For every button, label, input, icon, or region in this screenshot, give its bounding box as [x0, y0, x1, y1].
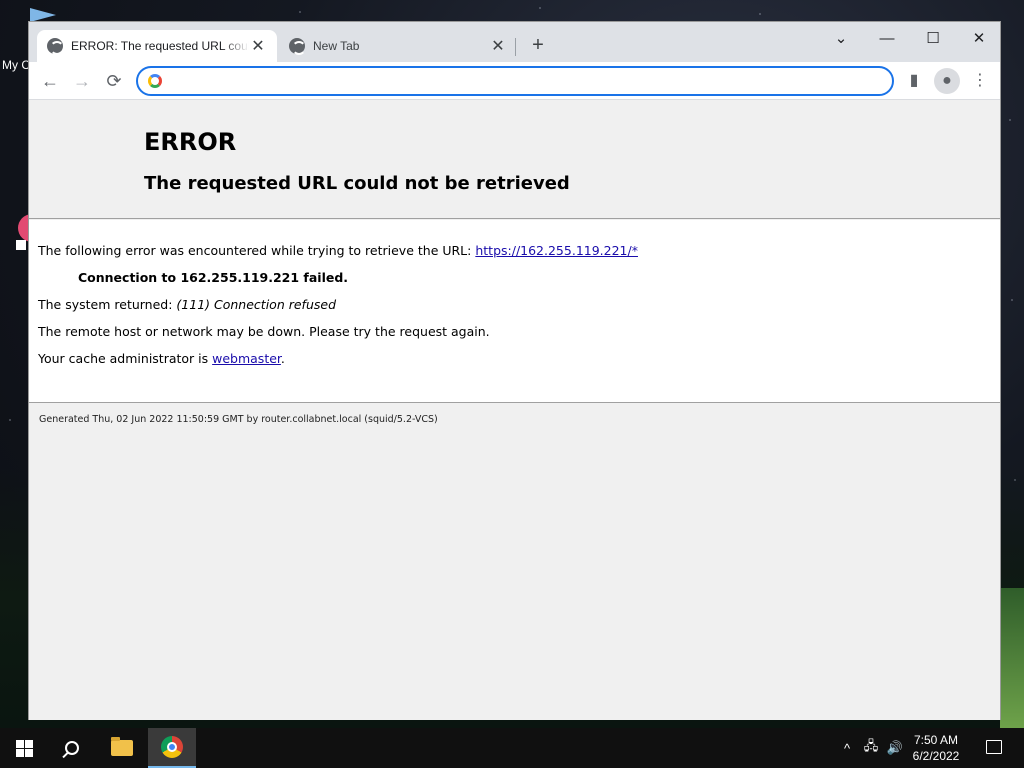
error-page: ERROR The requested URL could not be ret…	[29, 101, 1000, 720]
webmaster-link[interactable]: webmaster	[212, 351, 281, 366]
error-body: The following error was encountered whil…	[29, 220, 1000, 403]
error-connection-line: Connection to 162.255.119.221 failed.	[78, 270, 348, 285]
cache-admin-line: Your cache administrator is webmaster.	[38, 351, 285, 366]
chrome-icon	[289, 38, 306, 55]
profile-avatar[interactable]: ●	[934, 68, 960, 94]
close-window-button[interactable]: ✕	[956, 26, 1002, 52]
tab-separator	[515, 38, 516, 56]
connection-failed-text: Connection to 162.255.119.221 failed.	[78, 270, 349, 285]
tab-strip: ERROR: The requested URL could not be re…	[29, 22, 1000, 62]
system-clock[interactable]: 7:50 AM 6/2/2022	[908, 732, 964, 764]
tab-search-chevron-icon[interactable]: ⌄	[818, 26, 864, 52]
error-url-link[interactable]: https://162.255.119.221/*	[475, 243, 638, 258]
error-header: ERROR The requested URL could not be ret…	[29, 101, 1000, 219]
page-title: ERROR	[144, 128, 237, 156]
google-icon	[148, 74, 162, 88]
address-input[interactable]	[170, 73, 892, 89]
clock-time: 7:50 AM	[913, 733, 959, 747]
new-tab-button[interactable]: +	[527, 34, 549, 56]
system-returned-line: The system returned: (111) Connection re…	[38, 297, 336, 312]
reload-button[interactable]: ⟳	[101, 68, 127, 94]
browser-window: ERROR: The requested URL could not be re…	[28, 21, 1001, 720]
menu-kebab-icon[interactable]: ⋮	[967, 68, 993, 94]
maximize-button[interactable]: ☐	[910, 26, 956, 52]
file-explorer-button[interactable]	[98, 728, 146, 768]
minimize-button[interactable]: —	[864, 26, 910, 52]
start-button[interactable]	[0, 728, 48, 768]
search-icon	[65, 741, 79, 755]
chrome-taskbar-button[interactable]	[148, 728, 196, 768]
page-subtitle: The requested URL could not be retrieved	[144, 173, 570, 194]
tab-title: ERROR: The requested URL could not be re…	[71, 39, 249, 53]
cache-admin-period: .	[280, 351, 285, 366]
notification-icon[interactable]	[986, 740, 1002, 754]
tab-error[interactable]: ERROR: The requested URL could not be re…	[37, 30, 277, 62]
globe-icon	[47, 38, 64, 55]
remote-host-line: The remote host or network may be down. …	[38, 324, 490, 339]
search-button[interactable]	[48, 728, 96, 768]
desktop-icon-label[interactable]: My C	[2, 58, 30, 72]
error-url-line: The following error was encountered whil…	[38, 243, 638, 258]
forward-button[interactable]: →	[69, 68, 95, 94]
folder-icon	[111, 737, 133, 756]
system-returned-value: (111) Connection refused	[176, 297, 336, 312]
volume-icon[interactable]: 🔊	[884, 728, 906, 768]
tray-chevron-icon[interactable]: ^	[838, 728, 856, 768]
system-returned-label: The system returned:	[38, 297, 177, 312]
back-button[interactable]: ←	[37, 68, 63, 94]
side-panel-icon[interactable]: ▮	[901, 68, 927, 94]
shortcut-arrow-icon	[16, 240, 26, 250]
tab-new-tab[interactable]: New Tab ✕	[279, 30, 517, 62]
generated-footer: Generated Thu, 02 Jun 2022 11:50:59 GMT …	[39, 414, 438, 425]
network-icon[interactable]: 🖧	[860, 728, 882, 768]
cache-admin-text: Your cache administrator is	[38, 351, 213, 366]
clock-date: 6/2/2022	[912, 749, 960, 763]
taskbar: ^ 🖧 🔊 7:50 AM 6/2/2022	[0, 728, 1024, 768]
chrome-icon	[161, 736, 183, 758]
tab-close-icon[interactable]: ✕	[249, 36, 267, 56]
error-url-text: The following error was encountered whil…	[38, 243, 476, 258]
tab-close-icon[interactable]: ✕	[489, 36, 507, 56]
browser-toolbar: ← → ⟳ ▮ ● ⋮	[29, 62, 1000, 100]
windows-icon	[15, 739, 33, 757]
tab-title: New Tab	[313, 39, 360, 53]
desktop-edge-glow	[1000, 588, 1024, 728]
address-bar[interactable]	[136, 66, 894, 96]
